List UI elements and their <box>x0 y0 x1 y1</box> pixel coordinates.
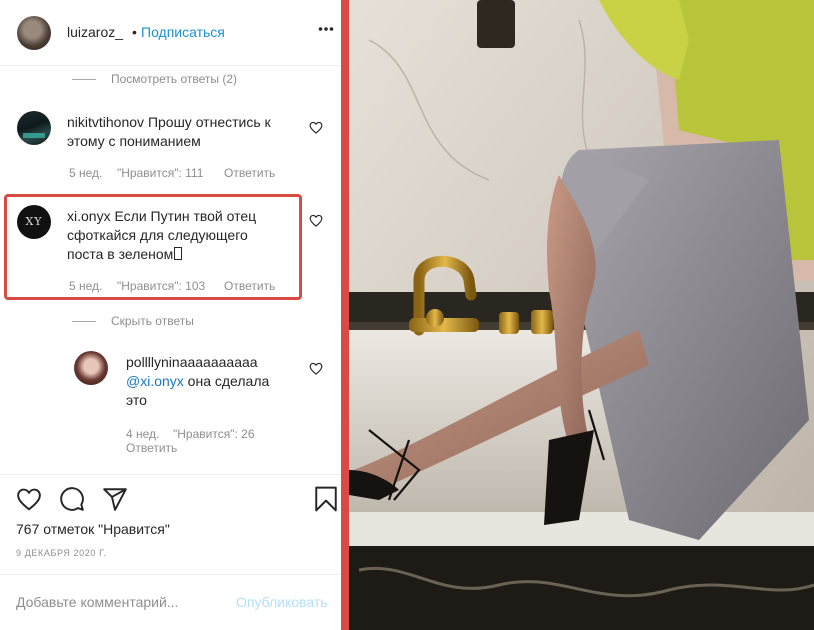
comment-body: nikitvtihonov Прошу отнестись к этому с … <box>67 113 299 151</box>
comment-text: Если Путин твой отец <box>114 208 257 224</box>
hide-replies-button[interactable]: Скрыть ответы <box>111 314 194 328</box>
missing-glyph-icon <box>174 247 183 260</box>
separator-dot: • <box>132 24 137 40</box>
comment-age: 5 нед. <box>69 279 103 293</box>
avatar-logo-text: XY <box>25 215 43 228</box>
thread-line <box>72 321 96 322</box>
reply-button[interactable]: Ответить <box>126 441 177 455</box>
reply-button[interactable]: Ответить <box>224 279 275 293</box>
comment-username[interactable]: xi.onyx <box>67 208 111 224</box>
comment-text-cont: сфоткайся для следующего <box>67 227 248 243</box>
share-icon[interactable] <box>102 486 128 512</box>
reply-body: pollllyninaaaaaaaaaa @xi.onyx она сделал… <box>126 353 306 410</box>
comment-icon[interactable] <box>59 486 85 512</box>
post-header: luizaroz_ • Подписаться <box>0 0 341 66</box>
reply-username[interactable]: pollllyninaaaaaaaaaa <box>126 354 258 370</box>
comment-body: xi.onyx Если Путин твой отец сфоткайся д… <box>67 207 299 264</box>
more-icon[interactable] <box>318 26 334 32</box>
likes-count[interactable]: 767 отметок "Нравится" <box>16 521 170 537</box>
comment-text-cont: этому с пониманием <box>67 133 201 149</box>
highlight-divider <box>341 0 349 630</box>
comment-text-cont: поста в зеленом <box>67 246 174 262</box>
reply-button[interactable]: Ответить <box>224 166 275 180</box>
post-date: 9 ДЕКАБРЯ 2020 Г. <box>16 548 107 558</box>
author-avatar[interactable] <box>17 16 51 50</box>
post-sidebar: luizaroz_ • Подписаться Посмотреть ответ… <box>0 0 341 630</box>
heart-icon[interactable] <box>309 121 323 134</box>
comment-username[interactable]: nikitvtihonov <box>67 114 144 130</box>
commenter-avatar[interactable] <box>17 111 51 145</box>
comment-age: 5 нед. <box>69 166 103 180</box>
mention-link[interactable]: @xi.onyx <box>126 373 184 389</box>
heart-icon[interactable] <box>309 214 323 227</box>
reply-text-cont: это <box>126 392 147 408</box>
photo-illustration <box>349 0 814 630</box>
commenter-avatar[interactable]: XY <box>17 205 51 239</box>
comment-input[interactable]: Добавьте комментарий... <box>16 594 178 610</box>
post-photo <box>349 0 814 630</box>
reply-likes[interactable]: "Нравится": 26 <box>173 427 255 441</box>
reply-text: она сделала <box>183 373 270 389</box>
author-username[interactable]: luizaroz_ <box>67 24 123 40</box>
bookmark-icon[interactable] <box>313 486 339 512</box>
reply-age: 4 нед. <box>126 427 160 441</box>
section-divider <box>0 474 341 475</box>
view-replies-button[interactable]: Посмотреть ответы (2) <box>111 72 237 86</box>
section-divider <box>0 574 341 575</box>
comment-text: Прошу отнестись к <box>147 114 271 130</box>
comment-likes[interactable]: "Нравится": 103 <box>117 279 205 293</box>
heart-icon[interactable] <box>16 486 42 512</box>
publish-button[interactable]: Опубликовать <box>236 594 328 610</box>
comment-likes[interactable]: "Нравится": 111 <box>117 166 203 180</box>
heart-icon[interactable] <box>309 362 323 375</box>
thread-line <box>72 79 96 80</box>
follow-button[interactable]: Подписаться <box>141 24 225 40</box>
reply-avatar[interactable] <box>74 351 108 385</box>
